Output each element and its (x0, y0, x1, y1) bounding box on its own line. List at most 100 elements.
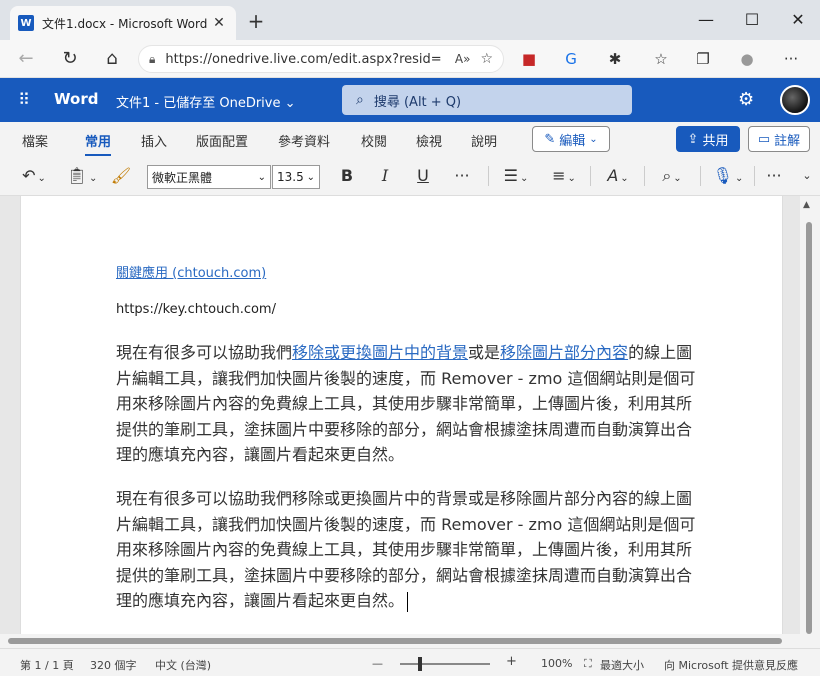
toolbar-divider (644, 166, 645, 186)
share-label: 共用 (702, 133, 729, 149)
toolbar-divider (754, 166, 755, 186)
chevron-down-icon: ⌄ (734, 173, 744, 184)
tab-home[interactable]: 常用 (85, 131, 112, 156)
zoom-level[interactable]: 100% (541, 657, 572, 670)
document-canvas: 關鍵應用 (chtouch.com) https://key.chtouch.c… (0, 196, 800, 634)
comments-button[interactable]: ▭ 註解 (748, 126, 810, 152)
bookmark-extension-icon[interactable]: ■ (516, 46, 542, 72)
favorite-add-icon[interactable]: ☆ (480, 51, 493, 67)
font-size-select[interactable]: 13.5 ⌄ (272, 165, 320, 189)
remove-background-link[interactable]: 移除或更換圖片中的背景 (292, 343, 468, 362)
format-painter-button[interactable]: 🖌︎ (108, 164, 134, 188)
waffle-icon[interactable]: ⠿ (14, 90, 34, 110)
home-icon[interactable]: ⌂ (98, 46, 126, 72)
undo-button[interactable]: ↶ ⌄ (16, 164, 52, 188)
chevron-down-icon: ⌄ (620, 173, 629, 184)
editing-mode-button[interactable]: ✎ 編輯 ⌄ (532, 126, 610, 152)
underline-button[interactable]: U (410, 164, 436, 188)
avatar[interactable] (780, 85, 810, 115)
browser-tab[interactable]: W 文件1.docx - Microsoft Word Online ✕ (10, 6, 236, 40)
search-icon: ⌕ (356, 92, 364, 108)
zoom-in-button[interactable]: + (506, 654, 517, 669)
pencil-icon: ✎ (544, 131, 556, 147)
bullets-button[interactable]: ☰ ⌄ (496, 164, 536, 188)
more-font-options-button[interactable]: ··· (448, 164, 476, 188)
chevron-down-icon: ⌄ (306, 171, 315, 183)
find-button[interactable]: ⌕ ⌄ (652, 164, 692, 188)
maximize-button[interactable]: ☐ (730, 6, 774, 34)
profile-icon[interactable]: ● (734, 46, 760, 72)
bold-button[interactable]: B (334, 164, 360, 188)
clipboard-icon: 📋︎ (66, 166, 87, 185)
read-aloud-icon[interactable]: A» (455, 52, 471, 66)
document-url-line: https://key.chtouch.com/ (116, 302, 276, 317)
italic-button[interactable]: I (372, 164, 398, 188)
tab-references[interactable]: 參考資料 (278, 131, 330, 150)
toolbar-divider (700, 166, 701, 186)
expand-ribbon-icon[interactable]: ⌄ (798, 164, 816, 188)
tab-insert[interactable]: 插入 (141, 131, 167, 150)
status-bar: 第 1 / 1 頁 320 個字 中文 (台灣) — + 100% ⛶ 最適大小… (0, 648, 820, 676)
app-name[interactable]: Word (54, 90, 98, 108)
find-icon: ⌕ (662, 166, 672, 185)
format-painter-icon: 🖌︎ (110, 166, 132, 185)
toolbar-divider (488, 166, 489, 186)
tab-view[interactable]: 檢視 (416, 131, 442, 150)
close-window-button[interactable]: ✕ (776, 6, 820, 34)
minimize-button[interactable]: — (684, 6, 728, 34)
tab-layout[interactable]: 版面配置 (196, 131, 248, 150)
feedback-link[interactable]: 向 Microsoft 提供意見反應 (664, 657, 798, 673)
document-page[interactable]: 關鍵應用 (chtouch.com) https://key.chtouch.c… (20, 196, 783, 634)
word-count[interactable]: 320 個字 (90, 657, 137, 673)
scroll-up-icon[interactable]: ▲ (803, 200, 810, 210)
remove-content-link[interactable]: 移除圖片部分內容 (500, 343, 628, 362)
chevron-down-icon: ⌄ (257, 171, 266, 183)
align-button[interactable]: ≡ ⌄ (544, 164, 584, 188)
search-placeholder: 搜尋 (Alt + Q) (373, 94, 462, 110)
collections-icon[interactable]: ❐ (690, 46, 716, 72)
horizontal-scrollbar[interactable] (0, 634, 800, 648)
browser-tab-title: 文件1.docx - Microsoft Word Online (42, 16, 210, 31)
document-link[interactable]: 關鍵應用 (chtouch.com) (116, 262, 266, 281)
horizontal-scroll-thumb[interactable] (8, 638, 782, 644)
share-icon: ⇪ (687, 131, 699, 147)
settings-icon[interactable]: ⚙ (738, 89, 754, 110)
zoom-out-button[interactable]: — (372, 657, 383, 670)
dictate-icon: 🎙︎ (712, 166, 733, 185)
new-tab-button[interactable]: + (244, 10, 268, 34)
more-options-button[interactable]: ··· (760, 164, 788, 188)
close-tab-icon[interactable]: ✕ (210, 15, 228, 31)
dictate-button[interactable]: 🎙︎ ⌄ (708, 164, 748, 188)
home-toolbar: ↶ ⌄ 📋︎ ⌄ 🖌︎ 微軟正黑體 ⌄ 13.5 ⌄ B I U ··· ☰ ⌄ ≡ ⌄… (0, 156, 820, 196)
zoom-slider[interactable] (400, 663, 490, 665)
favorites-icon[interactable]: ☆ (648, 46, 674, 72)
document-title[interactable]: 文件1 - 已儲存至 OneDrive ⌄ (116, 92, 296, 111)
menu-more-icon[interactable]: ··· (778, 46, 804, 72)
tab-file[interactable]: 檔案 (22, 131, 48, 150)
translate-extension-icon[interactable]: G (558, 46, 584, 72)
font-name-select[interactable]: 微軟正黑體 ⌄ (147, 165, 271, 189)
styles-icon: A (607, 166, 619, 185)
browser-tab-strip: W 文件1.docx - Microsoft Word Online ✕ + —… (0, 0, 820, 40)
para1-text-mid: 或是 (468, 343, 501, 362)
vertical-scrollbar[interactable]: ▲ (800, 196, 820, 634)
word-header: ⠿ Word 文件1 - 已儲存至 OneDrive ⌄ ⌕ 搜尋 (Alt +… (0, 78, 820, 122)
search-input[interactable]: ⌕ 搜尋 (Alt + Q) (342, 85, 632, 115)
back-icon[interactable]: ← (12, 46, 40, 72)
styles-button[interactable]: A ⌄ (598, 164, 638, 188)
tab-review[interactable]: 校閱 (361, 131, 387, 150)
url-box[interactable]: 🔒︎ https://onedrive.live.com/edit.aspx?r… (138, 45, 504, 73)
language-status[interactable]: 中文 (台灣) (155, 657, 211, 673)
align-icon: ≡ (552, 166, 566, 185)
extensions-icon[interactable]: ✱ (602, 46, 628, 72)
refresh-icon[interactable]: ↻ (56, 46, 84, 72)
best-fit-button[interactable]: 最適大小 (600, 657, 644, 673)
paste-button[interactable]: 📋︎ ⌄ (64, 164, 100, 188)
para2-text: 現在有很多可以協助我們移除或更換圖片中的背景或是移除圖片部分內容的線上圖片編輯工… (116, 489, 696, 610)
share-button[interactable]: ⇪ 共用 (676, 126, 740, 152)
zoom-slider-thumb[interactable] (418, 657, 422, 671)
font-name-value: 微軟正黑體 (152, 170, 213, 185)
tab-help[interactable]: 說明 (471, 131, 497, 150)
vertical-scroll-thumb[interactable] (806, 222, 812, 634)
para1-text-start: 現在有很多可以協助我們 (116, 343, 293, 362)
